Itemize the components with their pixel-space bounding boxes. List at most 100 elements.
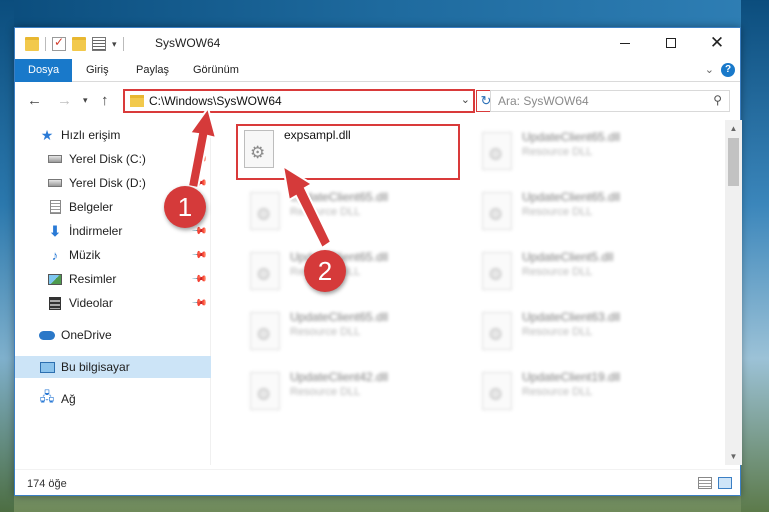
expand-ribbon-chevron-icon[interactable]: ⌄: [705, 63, 714, 76]
desktop-background-left: [0, 0, 14, 512]
file-type: Resource DLL: [522, 326, 593, 338]
file-item[interactable]: UpdateClient19.dll Resource DLL: [474, 366, 694, 418]
sidebar-item-label: Bu bilgisayar: [61, 360, 130, 374]
back-arrow-icon[interactable]: ←: [27, 92, 42, 109]
sidebar-item-label: Yerel Disk (D:): [69, 176, 146, 190]
file-item[interactable]: UpdateClient63.dll Resource DLL: [474, 306, 694, 358]
file-type: Resource DLL: [522, 146, 593, 158]
sidebar-item-pictures[interactable]: Resimler 📌: [15, 268, 211, 290]
pin-icon[interactable]: 📌: [190, 247, 207, 264]
drive-icon: [47, 152, 63, 166]
file-item[interactable]: UpdateClient65.dll Resource DLL: [242, 306, 462, 358]
large-icons-view-icon[interactable]: [718, 477, 732, 489]
address-dropdown-chevron-icon[interactable]: ⌄: [461, 93, 470, 106]
dll-file-icon: [250, 372, 280, 410]
folder-icon: [25, 37, 39, 51]
sidebar-item-label: İndirmeler: [69, 224, 123, 238]
details-view-icon[interactable]: [698, 477, 712, 489]
search-box[interactable]: Ara: SysWOW64 ⚲: [490, 90, 730, 112]
minimize-button[interactable]: [602, 28, 648, 58]
tab-paylas[interactable]: Paylaş: [123, 59, 182, 82]
sidebar-item-quick-access[interactable]: ★ Hızlı erişim: [15, 124, 211, 146]
network-icon: 🖧: [39, 389, 55, 404]
vertical-scrollbar[interactable]: ▲ ▼: [725, 120, 742, 465]
file-name: UpdateClient5.dll: [522, 250, 614, 264]
videos-icon: [47, 296, 63, 310]
item-count: 174 öğe: [27, 478, 67, 490]
highlighted-file-item[interactable]: expsampl.dll: [236, 124, 460, 180]
file-name: UpdateClient19.dll: [522, 370, 621, 384]
maximize-icon: [666, 38, 676, 48]
recent-locations-chevron-icon[interactable]: ▾: [83, 95, 88, 106]
sidebar-item-music[interactable]: ♪ Müzik 📌: [15, 244, 211, 266]
customize-toolbar-chevron-icon[interactable]: ▾: [112, 39, 117, 50]
folder-icon: [130, 95, 144, 107]
sidebar-item-label: OneDrive: [61, 328, 112, 342]
properties-check-icon[interactable]: [52, 35, 66, 51]
file-item[interactable]: UpdateClient65.dll Resource DLL: [474, 126, 694, 178]
dll-file-icon: [482, 372, 512, 410]
properties-icon[interactable]: [92, 37, 106, 51]
pictures-icon: [47, 272, 63, 286]
maximize-button[interactable]: [648, 28, 694, 58]
file-name: UpdateClient63.dll: [522, 310, 621, 324]
pin-icon[interactable]: 📌: [190, 271, 207, 288]
sidebar-item-videos[interactable]: Videolar 📌: [15, 292, 211, 314]
file-item[interactable]: UpdateClient65.dll Resource DLL: [242, 186, 462, 238]
step-1-badge: 1: [164, 186, 206, 228]
file-item[interactable]: UpdateClient65.dll Resource DLL: [242, 246, 462, 298]
help-icon[interactable]: ?: [721, 63, 735, 77]
sidebar-item-label: Belgeler: [69, 200, 114, 214]
close-button[interactable]: ✕: [694, 28, 740, 58]
up-arrow-icon[interactable]: ↑: [101, 92, 109, 109]
dll-file-icon: [244, 130, 274, 168]
new-folder-icon[interactable]: [72, 37, 86, 51]
tab-giris[interactable]: Giriş: [73, 59, 122, 82]
desktop-background-right: [741, 0, 769, 512]
navigation-pane: ★ Hızlı erişim Yerel Disk (C:) 📌 Yerel D…: [15, 120, 211, 465]
search-icon[interactable]: ⚲: [713, 93, 722, 107]
dll-file-icon: [482, 132, 512, 170]
dll-file-icon: [482, 192, 512, 230]
pin-icon[interactable]: 📌: [190, 295, 207, 312]
quick-access-toolbar: ▾: [25, 35, 130, 52]
address-row: ← → ▾ ↑ C:\Windows\SysWOW64 ⌄ ↻ Ara: Sys…: [15, 83, 740, 118]
file-name: UpdateClient42.dll: [290, 370, 389, 384]
file-name: expsampl.dll: [284, 128, 351, 142]
tab-dosya[interactable]: Dosya: [15, 59, 73, 82]
address-bar[interactable]: C:\Windows\SysWOW64 ⌄: [123, 89, 475, 113]
search-placeholder[interactable]: Ara: SysWOW64: [498, 94, 589, 108]
onedrive-icon: [39, 328, 55, 342]
ribbon-tabs: Dosya Giriş Paylaş Görünüm ⌄ ?: [15, 59, 740, 82]
dll-file-icon: [250, 312, 280, 350]
address-path[interactable]: C:\Windows\SysWOW64: [149, 94, 282, 108]
sidebar-item-onedrive[interactable]: OneDrive: [15, 324, 211, 346]
status-bar: 174 öğe: [15, 469, 740, 495]
file-item[interactable]: UpdateClient42.dll Resource DLL: [242, 366, 462, 418]
downloads-icon: ⬇: [49, 222, 61, 239]
pin-icon[interactable]: 📌: [190, 151, 207, 168]
dll-file-icon: [250, 252, 280, 290]
file-item[interactable]: UpdateClient65.dll Resource DLL: [474, 186, 694, 238]
scroll-down-arrow-icon[interactable]: ▼: [725, 448, 742, 465]
file-type: Resource DLL: [290, 326, 361, 338]
music-icon: ♪: [51, 247, 59, 263]
file-type: Resource DLL: [290, 206, 361, 218]
tab-gorunum[interactable]: Görünüm: [180, 59, 252, 82]
file-type: Resource DLL: [290, 386, 361, 398]
sidebar-item-network[interactable]: 🖧 Ağ: [15, 388, 211, 410]
sidebar-item-label: Ağ: [61, 392, 76, 406]
file-name: UpdateClient65.dll: [290, 310, 389, 324]
toolbar-divider: [122, 37, 124, 51]
file-item[interactable]: UpdateClient5.dll Resource DLL: [474, 246, 694, 298]
documents-icon: [47, 200, 63, 214]
sidebar-item-local-disk-c[interactable]: Yerel Disk (C:) 📌: [15, 148, 211, 170]
file-type: Resource DLL: [522, 206, 593, 218]
file-name: UpdateClient65.dll: [522, 130, 621, 144]
scrollbar-thumb[interactable]: [728, 138, 739, 186]
sidebar-item-this-pc[interactable]: Bu bilgisayar: [15, 356, 211, 378]
dll-file-icon: [250, 192, 280, 230]
window-title: SysWOW64: [155, 36, 221, 50]
forward-arrow-icon[interactable]: →: [57, 92, 72, 109]
scroll-up-arrow-icon[interactable]: ▲: [725, 120, 742, 137]
